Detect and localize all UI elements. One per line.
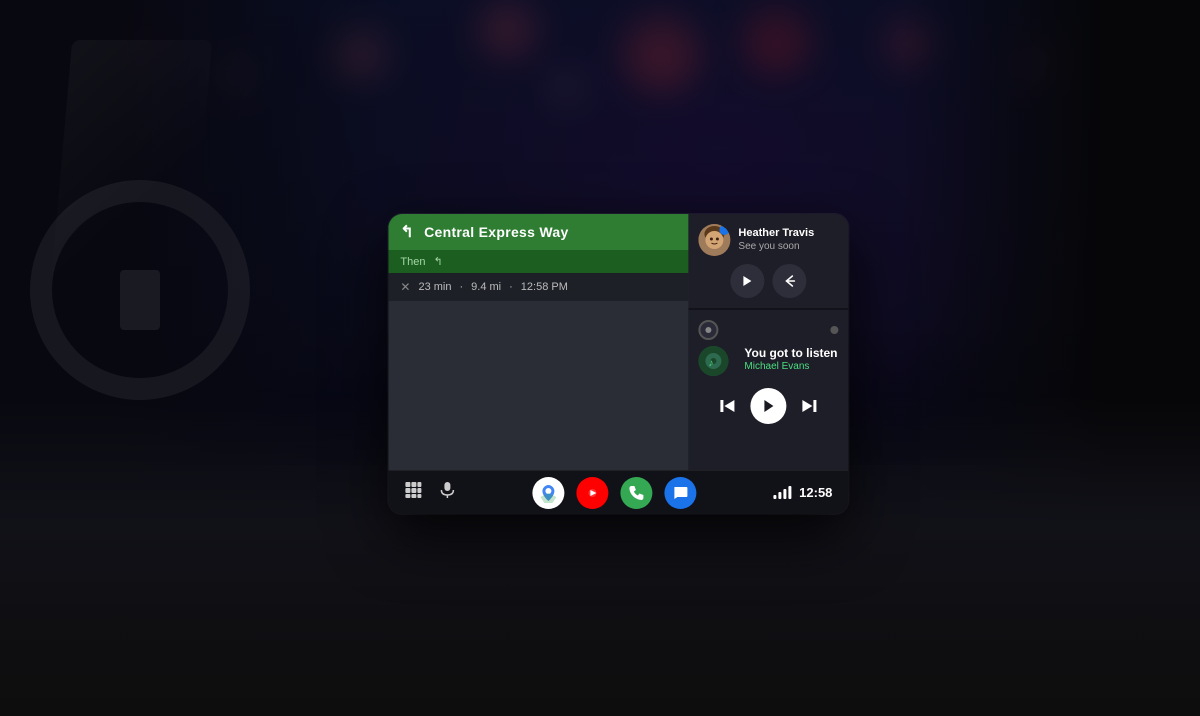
contact-avatar [698, 224, 730, 256]
android-auto-screen: ↰ Central Express Way Then ↰ [388, 214, 848, 514]
music-disc-center [705, 327, 711, 333]
apps-grid-icon[interactable] [404, 481, 422, 504]
window-reflection [48, 40, 212, 320]
screen-content: ↰ Central Express Way Then ↰ [388, 214, 848, 470]
svg-text:♪: ♪ [708, 358, 713, 369]
music-controls [698, 388, 838, 424]
message-actions [698, 264, 838, 298]
map-section: ↰ Central Express Way Then ↰ [388, 214, 688, 470]
song-title: You got to listen [744, 346, 837, 360]
maps-app-icon[interactable] [533, 477, 565, 509]
trip-time: 23 min [418, 281, 451, 293]
message-preview: See you soon [738, 240, 838, 253]
signal-bar-2 [778, 492, 781, 499]
taskbar: 12:58 [388, 470, 848, 514]
nav-info-bar: ✕ 23 min · 9.4 mi · 12:58 PM [388, 273, 688, 301]
messages-app-icon[interactable] [665, 477, 697, 509]
youtube-music-app-icon[interactable] [577, 477, 609, 509]
signal-bar-4 [788, 486, 791, 499]
eta: 12:58 PM [521, 281, 568, 293]
street-name: Central Express Way [424, 224, 568, 240]
trip-distance: 9.4 mi [471, 281, 501, 293]
song-artist: Michael Evans [744, 361, 837, 372]
music-card: ♪ You got to listen Michael Evans [688, 310, 848, 470]
nav-direction-bar: ↰ Central Express Way [388, 214, 688, 250]
message-card: Heather Travis See you soon [688, 214, 848, 308]
contact-row: Heather Travis See you soon [698, 224, 838, 256]
taskbar-right: 12:58 [773, 485, 832, 500]
play-message-button[interactable] [730, 264, 764, 298]
music-info-row: ♪ You got to listen Michael Evans [698, 346, 838, 380]
contact-name: Heather Travis [738, 227, 838, 240]
then-label: Then [400, 256, 425, 268]
clock: 12:58 [799, 485, 832, 500]
play-pause-button[interactable] [750, 388, 786, 424]
cancel-nav-icon[interactable]: ✕ [400, 280, 410, 294]
music-disc-icon [698, 320, 718, 340]
signal-strength-icon [773, 486, 791, 499]
next-track-button[interactable] [794, 391, 824, 421]
music-icon-row [698, 320, 838, 340]
previous-track-button[interactable] [712, 391, 742, 421]
then-bar: Then ↰ [388, 250, 688, 273]
music-text: You got to listen Michael Evans [744, 346, 837, 372]
taskbar-left [404, 481, 456, 504]
turn-left-icon: ↰ [400, 222, 414, 242]
album-art: ♪ [698, 346, 728, 376]
contact-info: Heather Travis See you soon [738, 227, 838, 253]
avatar-image [698, 224, 730, 256]
signal-bar-3 [783, 489, 786, 499]
separator2: · [509, 281, 513, 293]
then-turn-icon: ↰ [433, 255, 442, 268]
microphone-icon[interactable] [438, 481, 456, 504]
music-dot-icon [830, 326, 838, 334]
phone-app-icon[interactable] [621, 477, 653, 509]
right-panel: Heather Travis See you soon [688, 214, 848, 470]
reply-message-button[interactable] [772, 264, 806, 298]
taskbar-center [533, 477, 697, 509]
separator1: · [459, 281, 463, 293]
signal-bar-1 [773, 495, 776, 499]
